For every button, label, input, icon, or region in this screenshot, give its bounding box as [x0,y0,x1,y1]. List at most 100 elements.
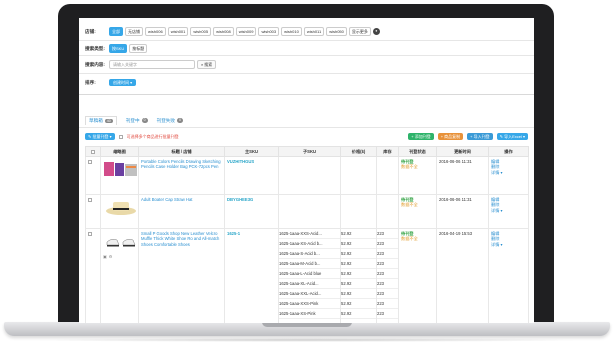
details-link[interactable]: 详情 ▾ [491,242,526,247]
row-actions: 编辑 删除 详情 ▾ [488,156,529,195]
sub-sku-item: 1625-1aaa-XL-Acid... [279,279,340,289]
store-chip[interactable]: wish010 [281,27,302,36]
row-checkbox[interactable] [85,156,101,195]
sub-price: 52.92 [341,309,376,319]
search-content-label: 搜索内容: [85,61,105,67]
main-sku-text: VUZHITHGUS [227,159,255,164]
laptop-mockup: 店铺: 全部 无店铺 wish006 wish001 wish005 wish0… [0,0,614,345]
more-badge-icon[interactable]: ● [372,28,380,35]
sub-price: 52.92 [341,299,376,309]
store-chip[interactable]: 无店铺 [125,27,143,36]
type-chip-sku[interactable]: 按SKU [109,44,128,53]
main-sku-text: 1625-1 [227,231,241,236]
show-more-button[interactable]: 显示更多 [348,27,371,36]
sub-sku-item: 1625-1aaa-XS-Acid b... [279,239,340,249]
sub-price: 52.92 [341,259,376,269]
product-title[interactable]: Portable Colors Pencils Drawing Sketchin… [138,156,225,195]
divider [79,127,534,128]
sub-price: 52.92 [341,239,376,249]
table-row[interactable]: Adult Boater Cap Straw Hat DBYGHEE3G 待刊登… [85,194,529,229]
details-link[interactable]: 详情 ▾ [491,208,526,213]
store-chip[interactable]: wish009 [235,27,257,36]
row-checkbox[interactable] [85,228,101,323]
sub-sku [278,156,341,195]
select-all-checkbox[interactable] [85,146,101,157]
column-header[interactable]: 缩略图 [100,146,139,157]
tab-publishing[interactable]: 刊登中 0 [126,116,148,125]
listing-status: 待刊登 数据不全 [398,156,437,195]
image-icon[interactable]: ▣ [103,254,107,259]
import-excel-button[interactable]: ✎ 导入Excel ▾ [496,133,528,140]
update-time: 2016-04-19 15:53 [436,228,489,323]
column-header[interactable]: 价格($) [340,146,377,157]
product-title[interactable]: Small P Goods Shop New Leather Velcro Mu… [138,228,225,323]
store-chip[interactable]: wish003 [258,27,280,36]
store-chip[interactable]: wish001 [167,27,189,36]
table-row[interactable]: Portable Colors Pencils Drawing Sketchin… [85,156,529,195]
product-title-text[interactable]: Portable Colors Pencils Drawing Sketchin… [141,159,221,169]
white-shoes-image [106,239,136,247]
row-actions: 编辑 删除 详情 ▾ [488,194,529,229]
batch-publish-button[interactable]: ✎ 批量刊登 ▾ [85,133,115,140]
column-header[interactable]: 子SKU [278,146,341,157]
product-thumbnail[interactable]: ▣ ⚙ [100,228,139,323]
search-input[interactable]: 请输入关键字 [109,60,195,69]
tab-label: 草稿箱 [89,118,103,123]
sub-stock: 223 [377,289,398,299]
tab-count-badge: 40 [104,118,113,124]
column-header[interactable]: 更新时间 [436,146,489,157]
add-listing-button[interactable]: + 添加刊登 [408,133,434,140]
table-header-row: 缩略图 标题 / 店铺 主SKU 子SKU 价格($) 库存 刊登状态 更新时间… [85,146,529,157]
listing-status: 待刊登 数据不全 [398,194,437,229]
divider [79,73,534,74]
app-screen: 店铺: 全部 无店铺 wish006 wish001 wish005 wish0… [79,18,534,323]
type-chip-title[interactable]: 按标题 [129,44,148,53]
row-checkbox[interactable] [85,194,101,229]
sub-sku-item: 1625-1aaa-S-Acid b... [279,249,340,259]
stock [376,156,399,195]
main-sku-text: DBYGHEE3G [227,197,254,202]
laptop-shadow [30,338,584,342]
add-listing-label: 添加刊登 [414,134,431,139]
tab-drafts[interactable]: 草稿箱 40 [85,116,117,125]
batch-publish-label: 批量刊登 [92,134,109,139]
sub-sku-item: 1625-1aaa-L-Acid blue [279,269,340,279]
stock [376,194,399,229]
sort-label: 排序: [85,79,96,85]
price [340,156,377,195]
details-link[interactable]: 详情 ▾ [491,170,526,175]
store-filter-row: 店铺: 全部 无店铺 wish006 wish001 wish005 wish0… [85,27,380,36]
column-header[interactable]: 刊登状态 [398,146,437,157]
import-listing-button[interactable]: + 导入刊登 [467,133,493,140]
tab-failed[interactable]: 刊登失败 0 [157,116,183,125]
sub-sku-item: 1625-1aaa-XS-Pink [279,309,340,319]
product-title-text[interactable]: Small P Goods Shop New Leather Velcro Mu… [141,231,219,247]
column-header[interactable]: 库存 [376,146,399,157]
product-thumbnail[interactable] [100,194,139,229]
store-chip[interactable]: wish011 [303,27,325,36]
hint-checkbox[interactable] [118,134,123,139]
main-sku: 1625-1 [224,228,279,323]
copy-product-button[interactable]: + 商品复制 [437,133,464,140]
gear-icon[interactable]: ⚙ [109,254,113,259]
search-button[interactable]: ⌕ 搜索 [197,60,217,69]
status-note: 数据不全 [401,236,418,242]
column-header[interactable]: 主SKU [224,146,279,157]
store-chip[interactable]: wish005 [190,27,212,36]
column-header[interactable]: 标题 / 店铺 [138,146,225,157]
sort-row: 排序: 创建时间 ▾ [85,79,137,86]
store-chip[interactable]: wish006 [145,27,166,36]
sub-price: 52.92 [341,249,376,259]
product-title-text[interactable]: Adult Boater Cap Straw Hat [141,197,192,202]
product-title[interactable]: Adult Boater Cap Straw Hat [138,194,225,229]
column-header[interactable]: 操作 [488,146,529,157]
product-thumbnail[interactable] [100,156,139,195]
store-chip[interactable]: wish050 [326,27,347,36]
sub-stock: 223 [377,229,398,239]
copy-product-label: 商品复制 [444,134,461,139]
store-chip[interactable]: wish008 [213,27,234,36]
sort-dropdown[interactable]: 创建时间 ▾ [109,79,137,86]
table-row[interactable]: ▣ ⚙ Small P Goods Shop New Leather Velcro… [85,228,529,323]
store-chip-all[interactable]: 全部 [109,27,123,36]
pencil-case-image [104,162,137,176]
